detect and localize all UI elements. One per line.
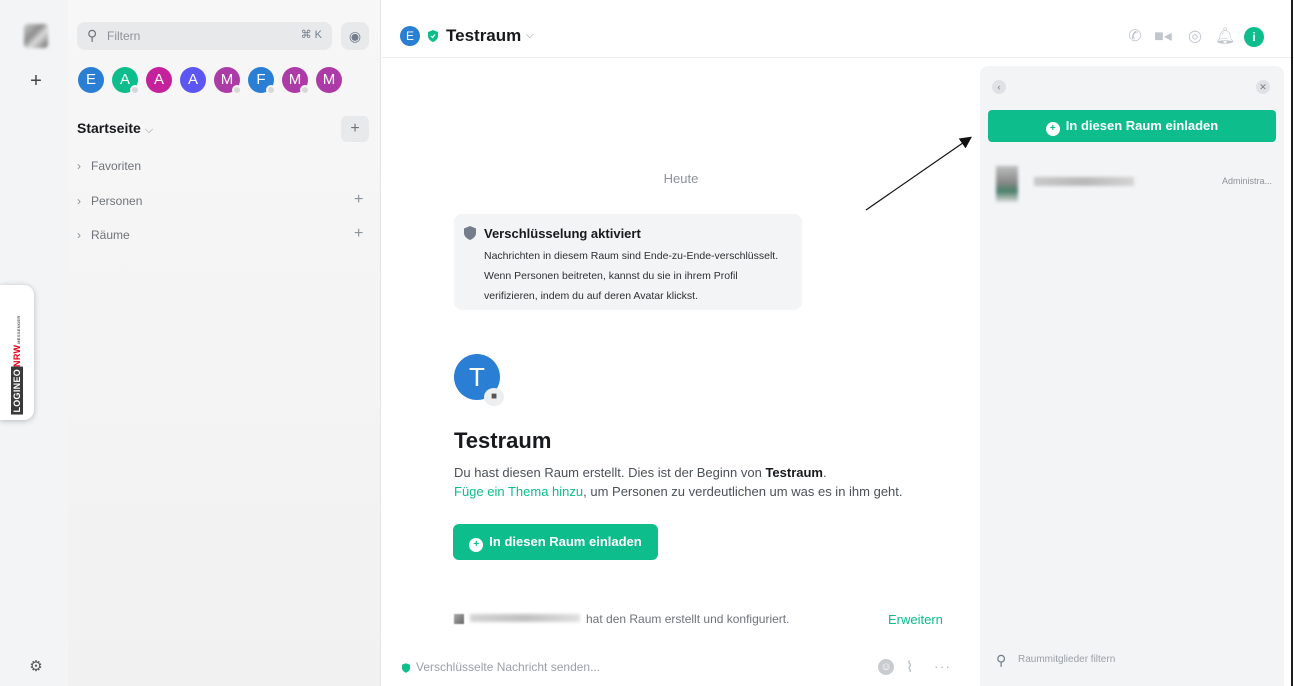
chevron-down-icon: ⌵: [144, 124, 154, 136]
threads-icon[interactable]: ◎: [1184, 26, 1206, 48]
invite-to-room-button-panel[interactable]: + In diesen Raum einladen: [988, 110, 1276, 142]
presence-dot-icon: [130, 85, 140, 95]
presence-dot-icon: [232, 85, 242, 95]
encrypted-shield-icon: [428, 30, 438, 42]
invite-to-room-button[interactable]: + In diesen Raum einladen: [453, 524, 658, 560]
member-list-item[interactable]: Administra...: [996, 166, 1276, 202]
home-header[interactable]: Startseite ⌵: [77, 120, 153, 137]
room-members-panel: ‹ ✕ + In diesen Raum einladen Administra.…: [980, 66, 1284, 686]
camera-icon[interactable]: ■: [484, 388, 504, 406]
recent-room-avatar[interactable]: A: [112, 67, 140, 95]
back-chevron-icon[interactable]: ‹: [992, 80, 1006, 94]
user-avatar[interactable]: [24, 24, 48, 48]
room-info-icon[interactable]: i: [1244, 27, 1264, 47]
voice-call-icon[interactable]: ✆: [1124, 26, 1146, 48]
room-avatar[interactable]: E: [400, 26, 420, 46]
create-space-button[interactable]: +: [27, 71, 45, 91]
invite-user-icon: +: [1045, 122, 1060, 136]
search-placeholder: Filtern: [107, 29, 141, 43]
room-header: E Testraum ⌵ ✆ ■◂ ◎ 🔔︎ i: [382, 0, 1294, 58]
recent-room-avatar[interactable]: M: [282, 67, 310, 95]
member-filter-input[interactable]: ⚲ Raummitglieder filtern: [996, 652, 1276, 670]
attachment-paperclip-icon[interactable]: ⌇: [906, 658, 913, 676]
more-options-icon[interactable]: ···: [934, 658, 951, 674]
room-intro-text: Du hast diesen Raum erstellt. Dies ist d…: [454, 465, 827, 480]
recent-room-avatar[interactable]: F: [248, 67, 276, 95]
close-icon[interactable]: ✕: [1256, 80, 1270, 94]
room-list-panel: ⚲ Filtern ⌘ K ◉ EAAAMFMM Startseite ⌵ + ›…: [68, 0, 381, 686]
section-people[interactable]: › Personen: [77, 194, 142, 208]
chevron-right-icon: ›: [77, 228, 81, 242]
search-input[interactable]: ⚲ Filtern ⌘ K: [77, 22, 332, 50]
presence-dot-icon: [266, 85, 276, 95]
message-composer: Verschlüsselte Nachricht senden... ☺ ⌇ ·…: [382, 650, 980, 686]
message-input[interactable]: Verschlüsselte Nachricht senden...: [416, 660, 600, 674]
logineo-nrw-logo: LOGINEONRWMESSENGER: [11, 315, 23, 415]
blurred-member-name: [1034, 177, 1134, 186]
emoji-icon[interactable]: ☺: [878, 659, 894, 675]
encryption-notice: Verschlüsselung aktiviert Nachrichten in…: [454, 214, 802, 310]
expand-link[interactable]: Erweitern: [888, 612, 943, 627]
main-timeline: E Testraum ⌵ ✆ ■◂ ◎ 🔔︎ i Heute Verschlüs…: [382, 0, 1294, 686]
home-add-button[interactable]: +: [341, 116, 369, 142]
explore-rooms-compass-icon[interactable]: ◉: [341, 22, 369, 50]
encryption-body: Nachrichten in diesem Raum sind Ende-zu-…: [484, 250, 779, 302]
search-icon: ⚲: [87, 27, 98, 43]
encryption-title: Verschlüsselung aktiviert: [484, 226, 641, 241]
member-role: Administra...: [1221, 176, 1272, 186]
window-edge: [1291, 0, 1293, 686]
notifications-bell-icon[interactable]: 🔔︎: [1214, 26, 1236, 48]
chevron-right-icon: ›: [77, 159, 81, 173]
invite-user-icon: +: [469, 538, 484, 552]
add-topic-link[interactable]: Füge ein Thema hinzu: [454, 484, 583, 499]
recent-room-avatar[interactable]: M: [214, 67, 242, 95]
recent-room-avatar[interactable]: M: [316, 67, 342, 93]
add-person-button[interactable]: +: [354, 191, 363, 209]
recent-room-avatar[interactable]: A: [180, 67, 206, 93]
chevron-down-icon[interactable]: ⌵: [526, 30, 534, 41]
room-created-event: hat den Raum erstellt und konfiguriert.: [454, 612, 789, 626]
avatar: [996, 166, 1018, 202]
encrypted-shield-icon: [402, 663, 410, 673]
room-name-heading: Testraum: [454, 428, 552, 453]
room-title[interactable]: Testraum: [446, 26, 521, 46]
avatar: [454, 614, 464, 624]
blurred-user-name: [470, 614, 580, 622]
video-call-icon[interactable]: ■◂: [1152, 26, 1174, 48]
search-icon: ⚲: [996, 652, 1007, 668]
recent-room-avatar[interactable]: E: [78, 67, 104, 93]
shield-icon: [464, 226, 476, 240]
topic-hint: Füge ein Thema hinzu, um Personen zu ver…: [454, 484, 903, 499]
add-room-button[interactable]: +: [354, 225, 363, 243]
section-favorites[interactable]: › Favoriten: [77, 159, 141, 173]
section-rooms[interactable]: › Räume: [77, 228, 130, 242]
search-shortcut: ⌘ K: [300, 29, 322, 41]
quick-settings-gear-icon[interactable]: ⚙: [27, 658, 45, 676]
chevron-right-icon: ›: [77, 194, 81, 208]
recent-room-avatar[interactable]: A: [146, 67, 172, 93]
annotation-arrow: [865, 136, 972, 211]
presence-dot-icon: [300, 85, 310, 95]
